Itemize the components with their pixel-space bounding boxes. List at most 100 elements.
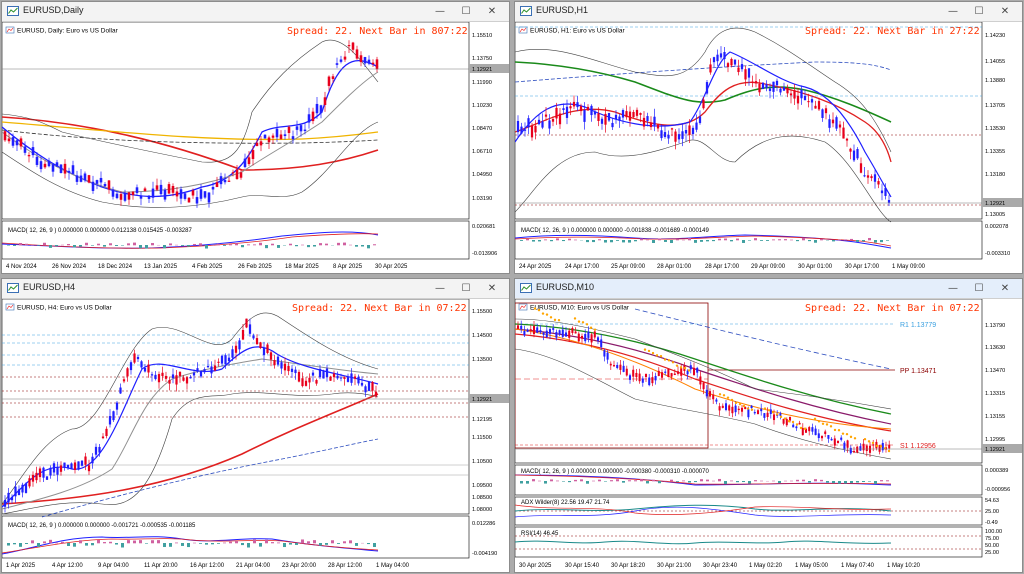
candle-body (817, 101, 821, 110)
macd-histogram-bar (706, 240, 709, 242)
candle-body (568, 330, 571, 338)
candle-body (657, 370, 660, 376)
chart-canvas-daily[interactable]: EURUSD, Daily: Euro vs US Dollar Spread:… (2, 22, 509, 273)
macd-histogram-bar (520, 481, 523, 484)
macd-histogram-bar (862, 240, 865, 242)
chart-plot-h4[interactable]: EURUSD, H4: Euro vs US Dollar Spread: 22… (2, 299, 509, 572)
candle-body (728, 405, 731, 411)
candle-body (840, 437, 843, 440)
candle-body (206, 365, 210, 368)
macd-histogram-bar (169, 543, 172, 547)
macd-histogram-bar (868, 481, 871, 482)
candle-body (698, 116, 702, 124)
maximize-button[interactable]: ☐ (966, 2, 992, 21)
macd-histogram-bar (610, 240, 613, 243)
candle-body (308, 377, 311, 383)
macd-histogram-bar (808, 240, 811, 242)
candle-body (241, 330, 245, 340)
candle-body (635, 109, 639, 116)
macd-histogram-bar (373, 244, 376, 246)
candle-body (343, 56, 347, 60)
psar-dot (581, 321, 585, 324)
candle-body (576, 102, 579, 108)
close-button[interactable]: ✕ (479, 2, 505, 21)
candle-body (220, 355, 224, 364)
minimize-button[interactable]: — (427, 279, 453, 298)
chart-window-h1[interactable]: EURUSD,H1 — ☐ ✕ EURUSD, H1: Euro vs US D… (514, 1, 1023, 274)
psar-dot (742, 404, 746, 408)
candle-body (667, 134, 670, 139)
chart-window-m10[interactable]: EURUSD,M10 — ☐ ✕ EURUSD, M10: Euro vs US… (514, 278, 1023, 573)
candle-body (355, 49, 359, 59)
macd-label: MACD( 12, 26, 9 ) 0.000000 0.000000 -0.0… (521, 228, 709, 234)
window-title: EURUSD,M10 (536, 282, 595, 292)
candle-body (708, 391, 712, 397)
close-button[interactable]: ✕ (479, 279, 505, 298)
psar-dot (659, 355, 663, 358)
macd-histogram-bar (742, 240, 745, 243)
minimize-button[interactable]: — (940, 2, 966, 21)
candle-body (157, 374, 161, 383)
chart-plot-m10[interactable]: EURUSD, M10: Euro vs US Dollar Spread: 2… (515, 299, 1022, 572)
minimize-button[interactable]: — (940, 279, 966, 298)
macd-histogram-bar (235, 541, 238, 544)
maximize-button[interactable]: ☐ (453, 279, 479, 298)
candle-body (835, 117, 838, 129)
chart-canvas-h1[interactable]: EURUSD, H1: Euro vs US Dollar Spread: 22… (515, 22, 1022, 273)
macd-histogram-bar (760, 240, 763, 241)
psar-dot (683, 366, 687, 370)
chart-logo-icon (5, 26, 15, 34)
candle-body (670, 128, 674, 130)
candle-body (112, 411, 115, 421)
maximize-button[interactable]: ☐ (453, 2, 479, 21)
macd-histogram-bar (634, 240, 637, 242)
macd-histogram-bar (145, 543, 148, 544)
spread-readout: Spread: 22. Next Bar in 07:22 (805, 303, 980, 314)
candle-body (715, 399, 718, 402)
time-tick: 25 Apr 09:00 (611, 264, 646, 270)
window-titlebar-m10[interactable]: EURUSD,M10 — ☐ ✕ (515, 279, 1022, 299)
candle-body (877, 181, 880, 185)
macd-histogram-bar (568, 481, 571, 483)
macd-histogram-bar (820, 239, 823, 241)
candle-body (583, 110, 586, 122)
psar-dot (879, 445, 883, 448)
candle-body (175, 191, 179, 197)
minimize-button[interactable]: — (427, 2, 453, 21)
candle-body (849, 447, 852, 454)
candle-body (756, 410, 760, 415)
chart-plot-h1[interactable]: EURUSD, H1: Euro vs US Dollar Spread: 22… (515, 22, 1022, 273)
candle-body (98, 446, 101, 453)
price-tick: 1.13500 (472, 357, 492, 363)
close-button[interactable]: ✕ (992, 2, 1018, 21)
psar-dot (679, 366, 683, 369)
window-titlebar-h4[interactable]: EURUSD,H4 — ☐ ✕ (2, 279, 509, 299)
macd-histogram-bar (295, 245, 298, 247)
chart-window-daily[interactable]: EURUSD,Daily — ☐ ✕ EURUSD, Daily: Euro v… (1, 1, 510, 274)
candle-body (371, 382, 374, 391)
candle-body (255, 142, 259, 147)
psar-dot (589, 326, 593, 329)
window-titlebar-daily[interactable]: EURUSD,Daily — ☐ ✕ (2, 2, 509, 22)
candle-body (801, 427, 804, 436)
chart-window-h4[interactable]: EURUSD,H4 — ☐ ✕ EURUSD, H4: Euro vs US D… (1, 278, 510, 573)
macd-histogram-bar (556, 480, 559, 482)
macd-histogram-bar (295, 543, 298, 545)
window-titlebar-h1[interactable]: EURUSD,H1 — ☐ ✕ (515, 2, 1022, 22)
macd-histogram-bar (193, 243, 196, 246)
close-button[interactable]: ✕ (992, 279, 1018, 298)
price-tick: 1.13180 (985, 172, 1005, 178)
chart-canvas-m10[interactable]: EURUSD, M10: Euro vs US Dollar Spread: 2… (515, 299, 1022, 572)
time-tick: 8 Apr 2025 (333, 264, 363, 270)
macd-histogram-bar (337, 543, 340, 544)
chart-logo-icon (518, 26, 528, 34)
price-tick: 1.13630 (985, 345, 1005, 351)
candle-body (836, 440, 840, 443)
chart-canvas-h4[interactable]: EURUSD, H4: Euro vs US Dollar Spread: 22… (2, 299, 509, 572)
candle-body (357, 376, 360, 384)
chart-plot-daily[interactable]: EURUSD, Daily: Euro vs US Dollar Spread:… (2, 22, 509, 273)
macd-histogram-bar (13, 245, 16, 246)
maximize-button[interactable]: ☐ (966, 279, 992, 298)
macd-histogram-bar (790, 239, 793, 241)
current-price-label: 1.12921 (472, 397, 492, 403)
